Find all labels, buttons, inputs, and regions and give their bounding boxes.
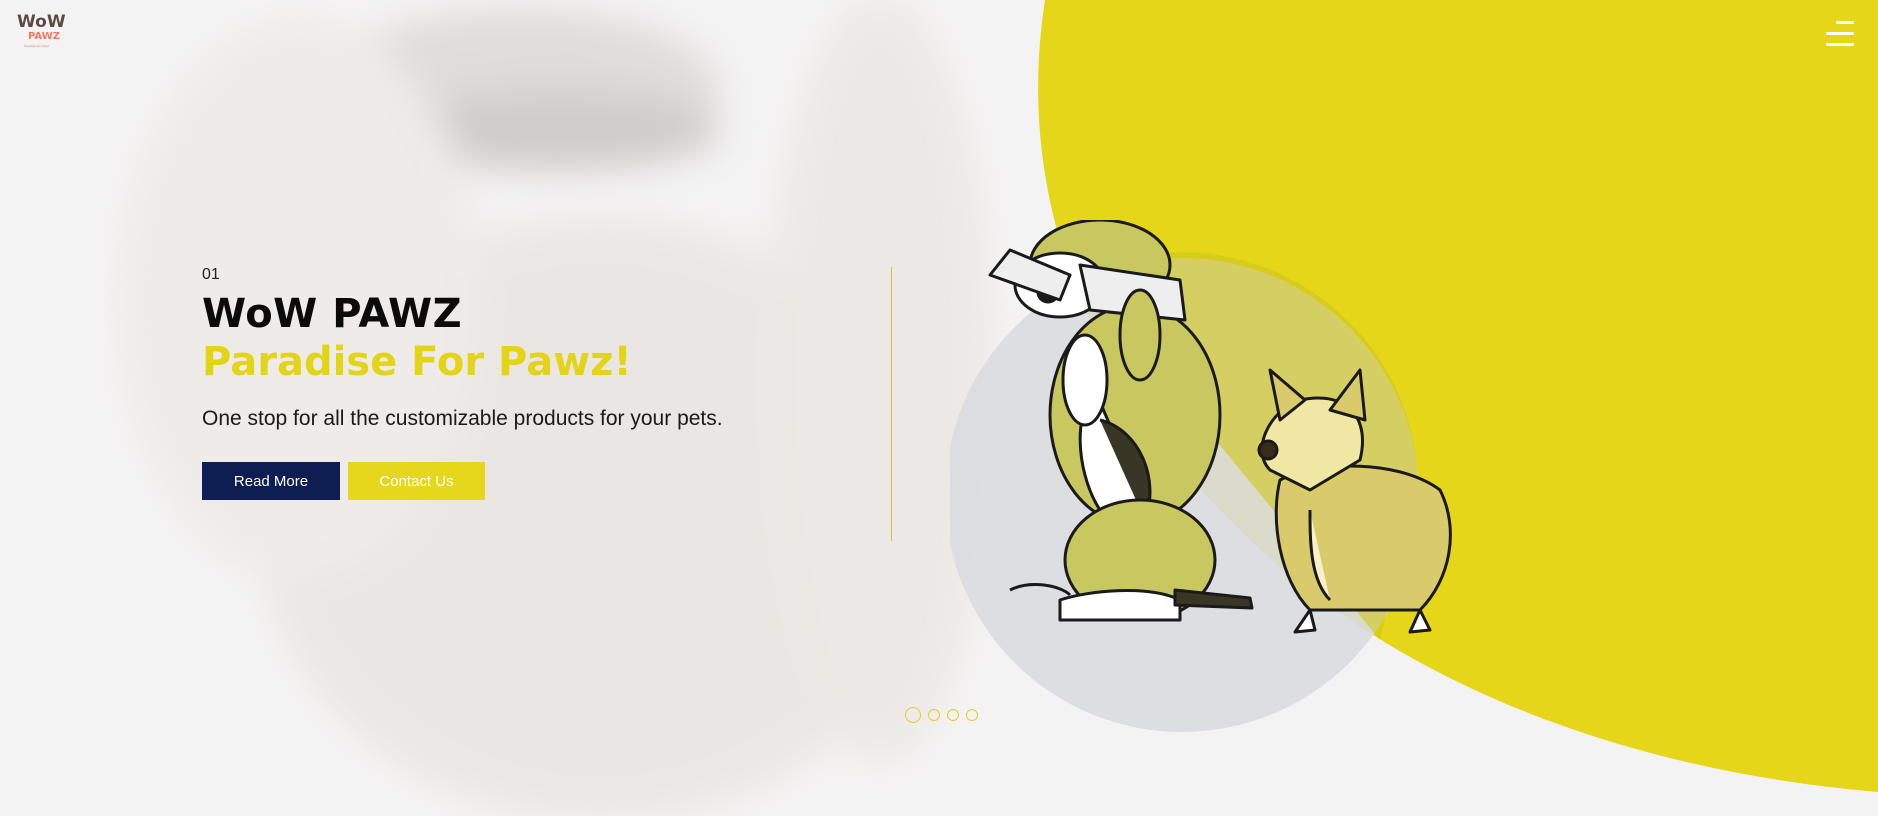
slider-dot-4[interactable] (966, 709, 978, 721)
vertical-divider (891, 267, 892, 541)
slider-dot-2[interactable] (928, 709, 940, 721)
slider-dot-1[interactable] (905, 707, 921, 723)
hero-title: WoW PAWZ (202, 291, 463, 337)
dogs-illustration-icon (950, 220, 1452, 732)
hero-description: One stop for all the customizable produc… (202, 407, 723, 430)
slide-number: 01 (202, 266, 220, 283)
read-more-button[interactable]: Read More (202, 462, 340, 500)
logo-line-1: WoW (17, 12, 66, 32)
logo-line-2: PAWZ (28, 31, 60, 42)
slider-dot-3[interactable] (947, 709, 959, 721)
hero-subtitle: Paradise For Pawz! (202, 339, 632, 385)
hamburger-menu-icon[interactable] (1822, 21, 1854, 47)
logo-tagline: Paradise For Pawz (24, 44, 50, 48)
logo[interactable]: WoW PAWZ Paradise For Pawz (0, 0, 80, 60)
contact-us-button[interactable]: Contact Us (348, 462, 485, 500)
